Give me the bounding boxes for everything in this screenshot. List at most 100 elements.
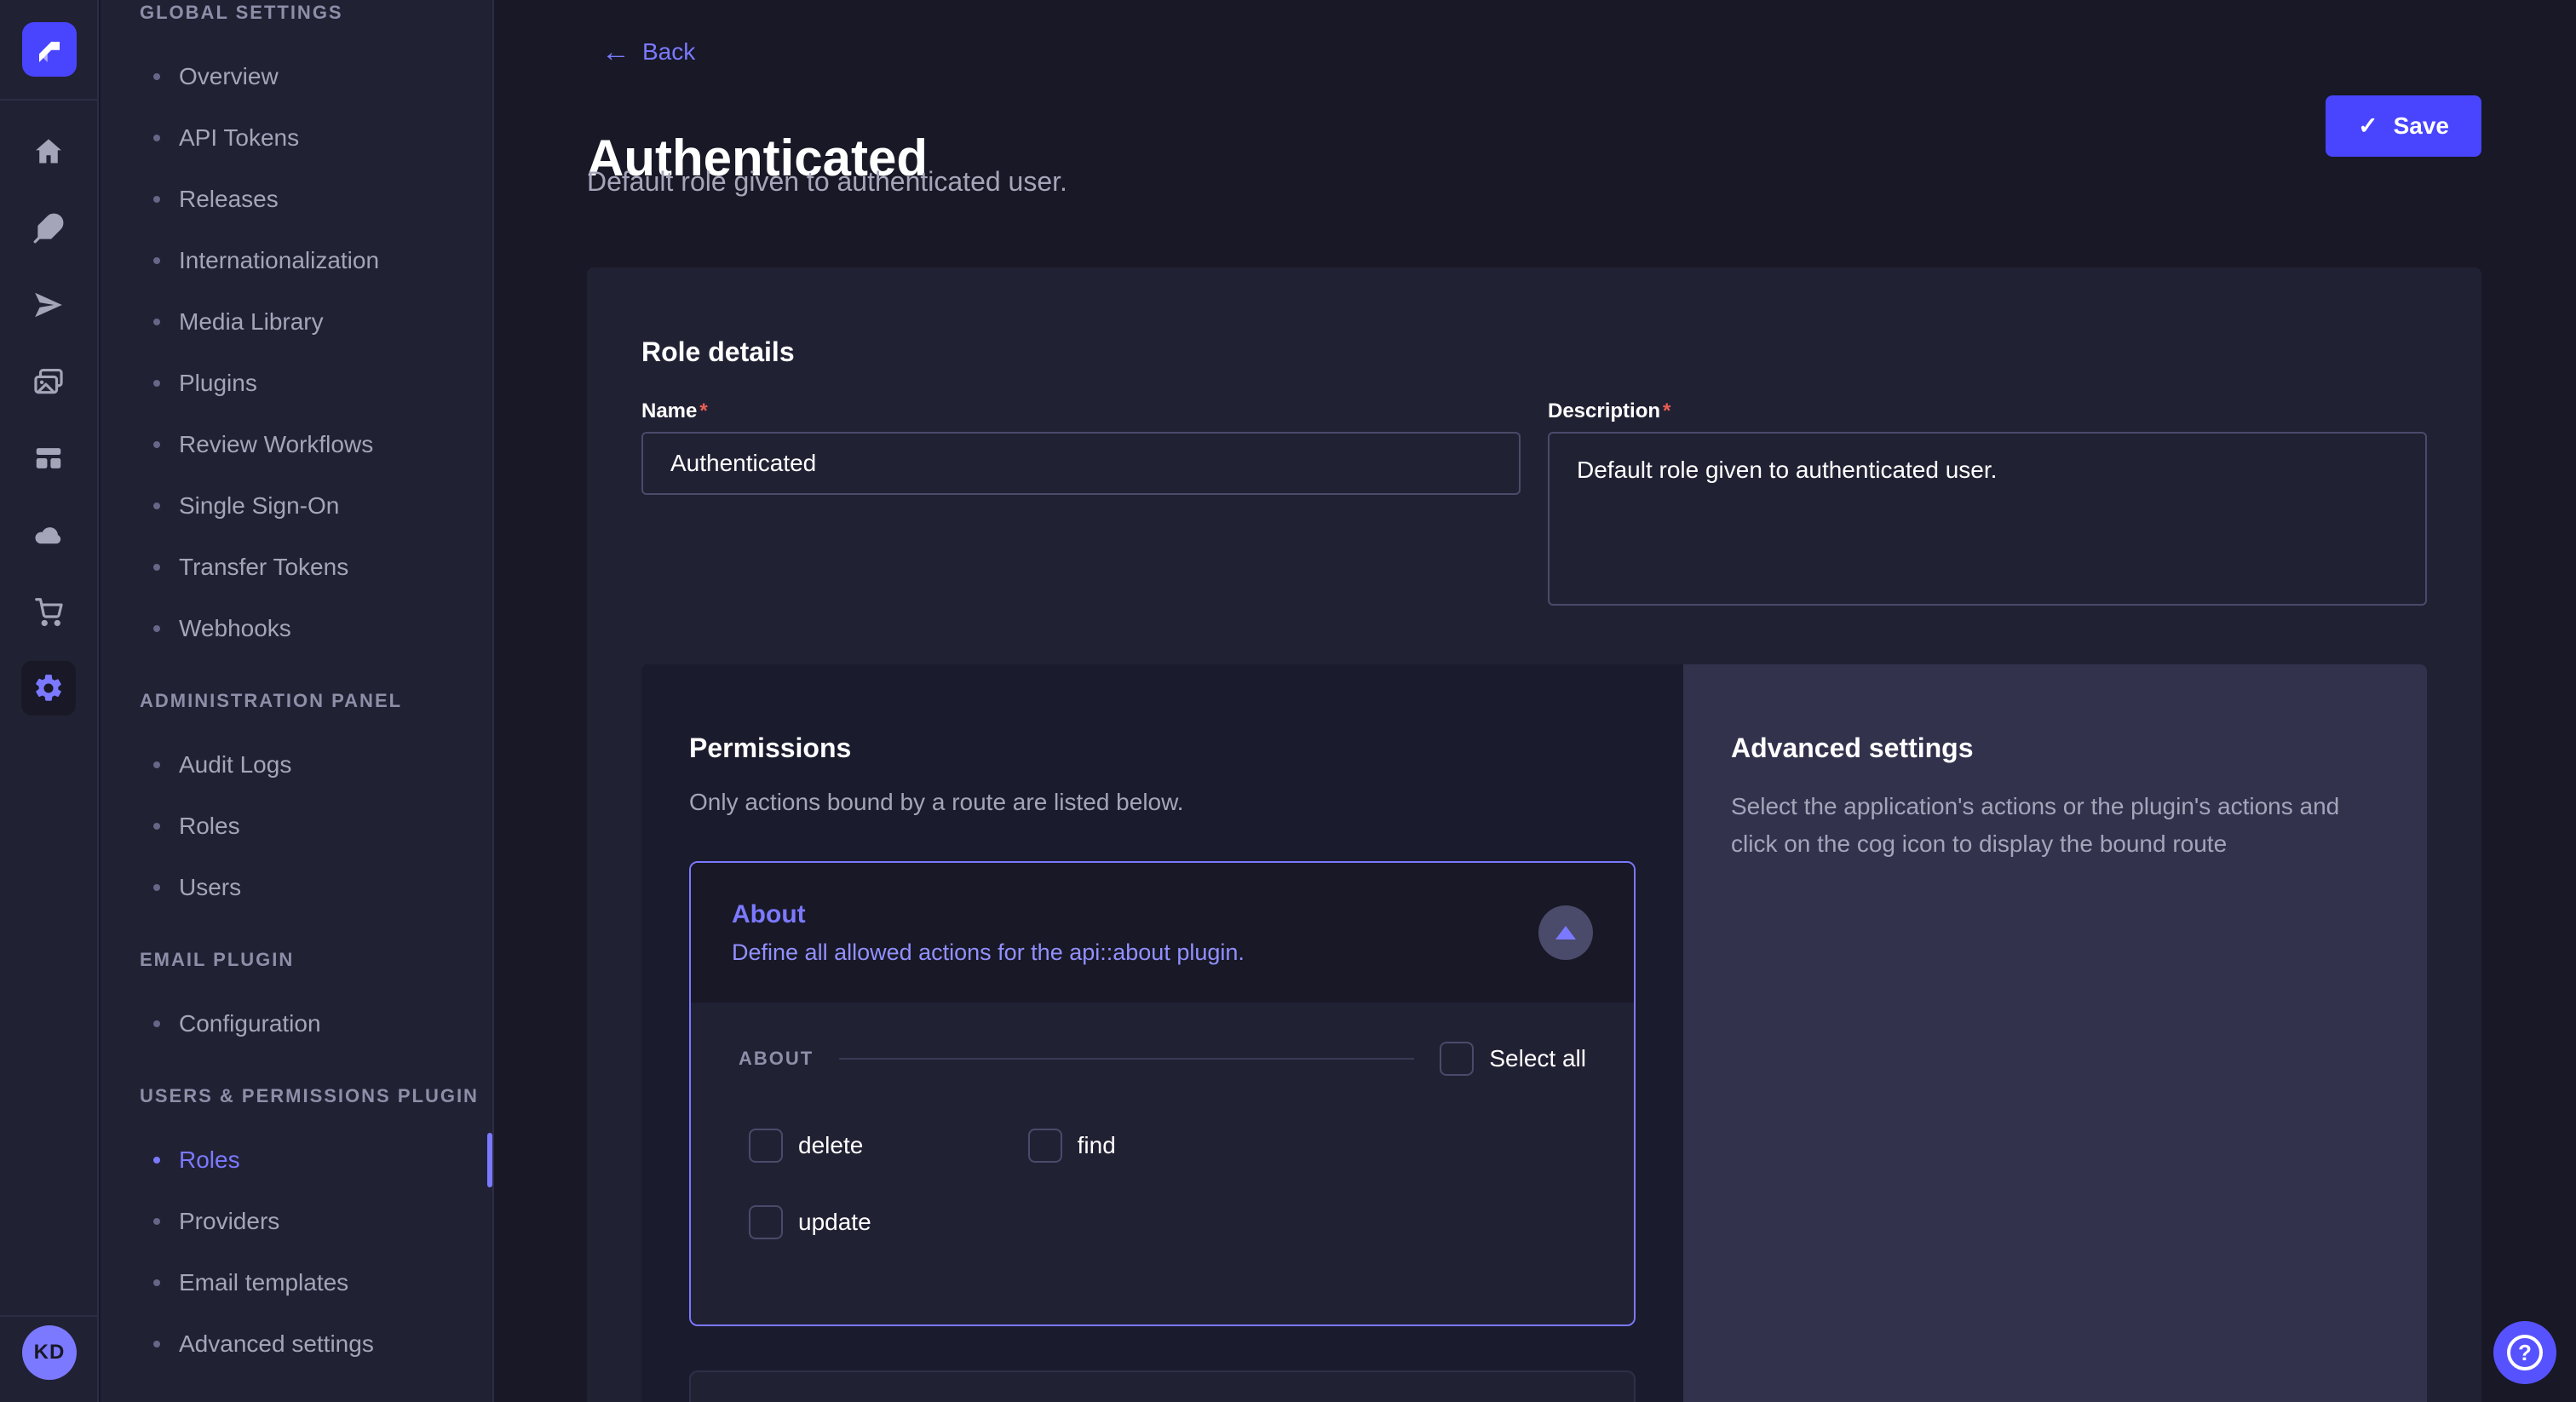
delete-checkbox[interactable] (749, 1129, 783, 1163)
permissions-subtitle: Only actions bound by a route are listed… (689, 788, 1636, 817)
bullet-icon (153, 196, 160, 203)
accordion-about-titles: About Define all allowed actions for the… (732, 899, 1245, 967)
strapi-logo-icon (34, 34, 65, 65)
update-label[interactable]: update (798, 1209, 871, 1236)
sidebar-item-overview[interactable]: Overview (101, 46, 492, 107)
bullet-icon (153, 380, 160, 387)
accordion-subtitle: Define all allowed actions for the api::… (732, 938, 1245, 967)
select-all-label[interactable]: Select all (1489, 1045, 1586, 1072)
sidebar-item-users[interactable]: Users (101, 857, 492, 918)
sidebar-item-providers[interactable]: Providers (101, 1191, 492, 1252)
action-update: update (749, 1205, 1028, 1239)
action-grid: delete find update (739, 1129, 1586, 1239)
media-library-icon[interactable] (21, 354, 76, 409)
save-button[interactable]: ✓ Save (2326, 95, 2481, 157)
action-delete: delete (749, 1129, 1028, 1163)
bullet-icon (153, 319, 160, 325)
permissions-advanced-panels: Permissions Only actions bound by a rout… (641, 664, 2427, 1402)
action-spacer (1307, 1129, 1586, 1163)
group-divider (839, 1058, 1414, 1060)
back-label: Back (642, 38, 695, 66)
question-mark-icon: ? (2507, 1335, 2543, 1370)
sidebar-item-transfer-tokens[interactable]: Transfer Tokens (101, 537, 492, 598)
bullet-icon (153, 73, 160, 80)
sidebar-item-audit-logs[interactable]: Audit Logs (101, 734, 492, 796)
accordion-title: About (732, 899, 1245, 931)
section-label: GLOBAL SETTINGS (140, 2, 492, 24)
deploy-cloud-icon[interactable] (21, 508, 76, 562)
send-icon[interactable] (21, 278, 76, 332)
strapi-logo[interactable] (22, 22, 77, 77)
sidebar-item-plugins[interactable]: Plugins (101, 353, 492, 414)
accordion-article-header[interactable]: Article Define all allowed actions for t… (691, 1372, 1634, 1402)
nav-section-administration-panel: ADMINISTRATION PANEL Audit Logs Roles Us… (101, 690, 492, 918)
bullet-icon (153, 441, 160, 448)
section-label: ADMINISTRATION PANEL (140, 690, 492, 712)
sidebar-item-advanced-settings[interactable]: Advanced settings (101, 1313, 492, 1375)
nav-section-email-plugin: EMAIL PLUGIN Configuration (101, 949, 492, 1054)
sidebar-item-email-templates[interactable]: Email templates (101, 1252, 492, 1313)
sidebar-item-up-roles[interactable]: Roles (101, 1129, 492, 1191)
name-input[interactable] (641, 432, 1521, 495)
sidebar-item-api-tokens[interactable]: API Tokens (101, 107, 492, 169)
back-arrow-icon: ← (601, 37, 630, 66)
description-field-group: Description* Default role given to authe… (1548, 399, 2427, 610)
accordion-about-header[interactable]: About Define all allowed actions for the… (691, 863, 1634, 1003)
collapse-button[interactable] (1538, 905, 1593, 960)
bullet-icon (153, 1218, 160, 1225)
main-content: ← Back Authenticated Default role given … (494, 0, 2576, 1402)
find-checkbox[interactable] (1028, 1129, 1062, 1163)
rail-items (0, 124, 97, 715)
bullet-icon (153, 761, 160, 768)
help-button[interactable]: ? (2493, 1321, 2556, 1384)
permissions-panel: Permissions Only actions bound by a rout… (641, 664, 1683, 1402)
bullet-icon (153, 1279, 160, 1286)
sidebar-item-review-workflows[interactable]: Review Workflows (101, 414, 492, 475)
sidebar-item-webhooks[interactable]: Webhooks (101, 598, 492, 659)
select-all-checkbox[interactable] (1440, 1042, 1474, 1076)
sidebar-item-releases[interactable]: Releases (101, 169, 492, 230)
group-label: ABOUT (739, 1048, 814, 1070)
rail-bottom-divider (0, 1315, 97, 1317)
required-asterisk: * (699, 399, 707, 422)
description-textarea[interactable]: Default role given to authenticated user… (1548, 432, 2427, 606)
icon-rail: KD (0, 0, 99, 1402)
select-all: Select all (1440, 1042, 1586, 1076)
sidebar-item-internationalization[interactable]: Internationalization (101, 230, 492, 291)
sidebar-item-admin-roles[interactable]: Roles (101, 796, 492, 857)
required-asterisk: * (1663, 399, 1670, 422)
role-details-section: Role details Name* Description* Default … (587, 267, 2481, 610)
advanced-settings-body: Select the application's actions or the … (1731, 788, 2379, 863)
bullet-icon (153, 1157, 160, 1164)
marketplace-cart-icon[interactable] (21, 584, 76, 639)
bullet-icon (153, 823, 160, 830)
role-card: Role details Name* Description* Default … (587, 267, 2481, 1402)
nav-section-global-settings: GLOBAL SETTINGS Overview API Tokens Rele… (101, 2, 492, 659)
accordion-article: Article Define all allowed actions for t… (689, 1370, 1636, 1402)
avatar[interactable]: KD (22, 1325, 77, 1380)
update-checkbox[interactable] (749, 1205, 783, 1239)
sidebar-item-media-library[interactable]: Media Library (101, 291, 492, 353)
role-details-form: Name* Description* Default role given to… (641, 399, 2427, 610)
settings-subnav: GLOBAL SETTINGS Overview API Tokens Rele… (101, 0, 494, 1402)
home-icon[interactable] (21, 124, 76, 179)
settings-gear-icon[interactable] (21, 661, 76, 715)
back-link[interactable]: ← Back (601, 37, 695, 66)
accordion-about: About Define all allowed actions for the… (689, 861, 1636, 1326)
rail-divider (0, 99, 97, 101)
content-type-builder-icon[interactable] (21, 431, 76, 486)
bullet-icon (153, 135, 160, 141)
chevron-up-icon (1555, 926, 1576, 939)
accordion-about-body: ABOUT Select all delete (691, 1003, 1634, 1324)
sidebar-item-single-sign-on[interactable]: Single Sign-On (101, 475, 492, 537)
strapi-admin-app: KD GLOBAL SETTINGS Overview API Tokens R… (0, 0, 2576, 1402)
section-label: USERS & PERMISSIONS PLUGIN (140, 1085, 492, 1107)
sidebar-item-configuration[interactable]: Configuration (101, 993, 492, 1054)
page-subtitle: Default role given to authenticated user… (587, 165, 1067, 198)
content-manager-icon[interactable] (21, 201, 76, 256)
delete-label[interactable]: delete (798, 1132, 863, 1159)
bullet-icon (153, 1020, 160, 1027)
find-label[interactable]: find (1078, 1132, 1116, 1159)
name-label: Name* (641, 399, 708, 422)
bullet-icon (153, 503, 160, 509)
